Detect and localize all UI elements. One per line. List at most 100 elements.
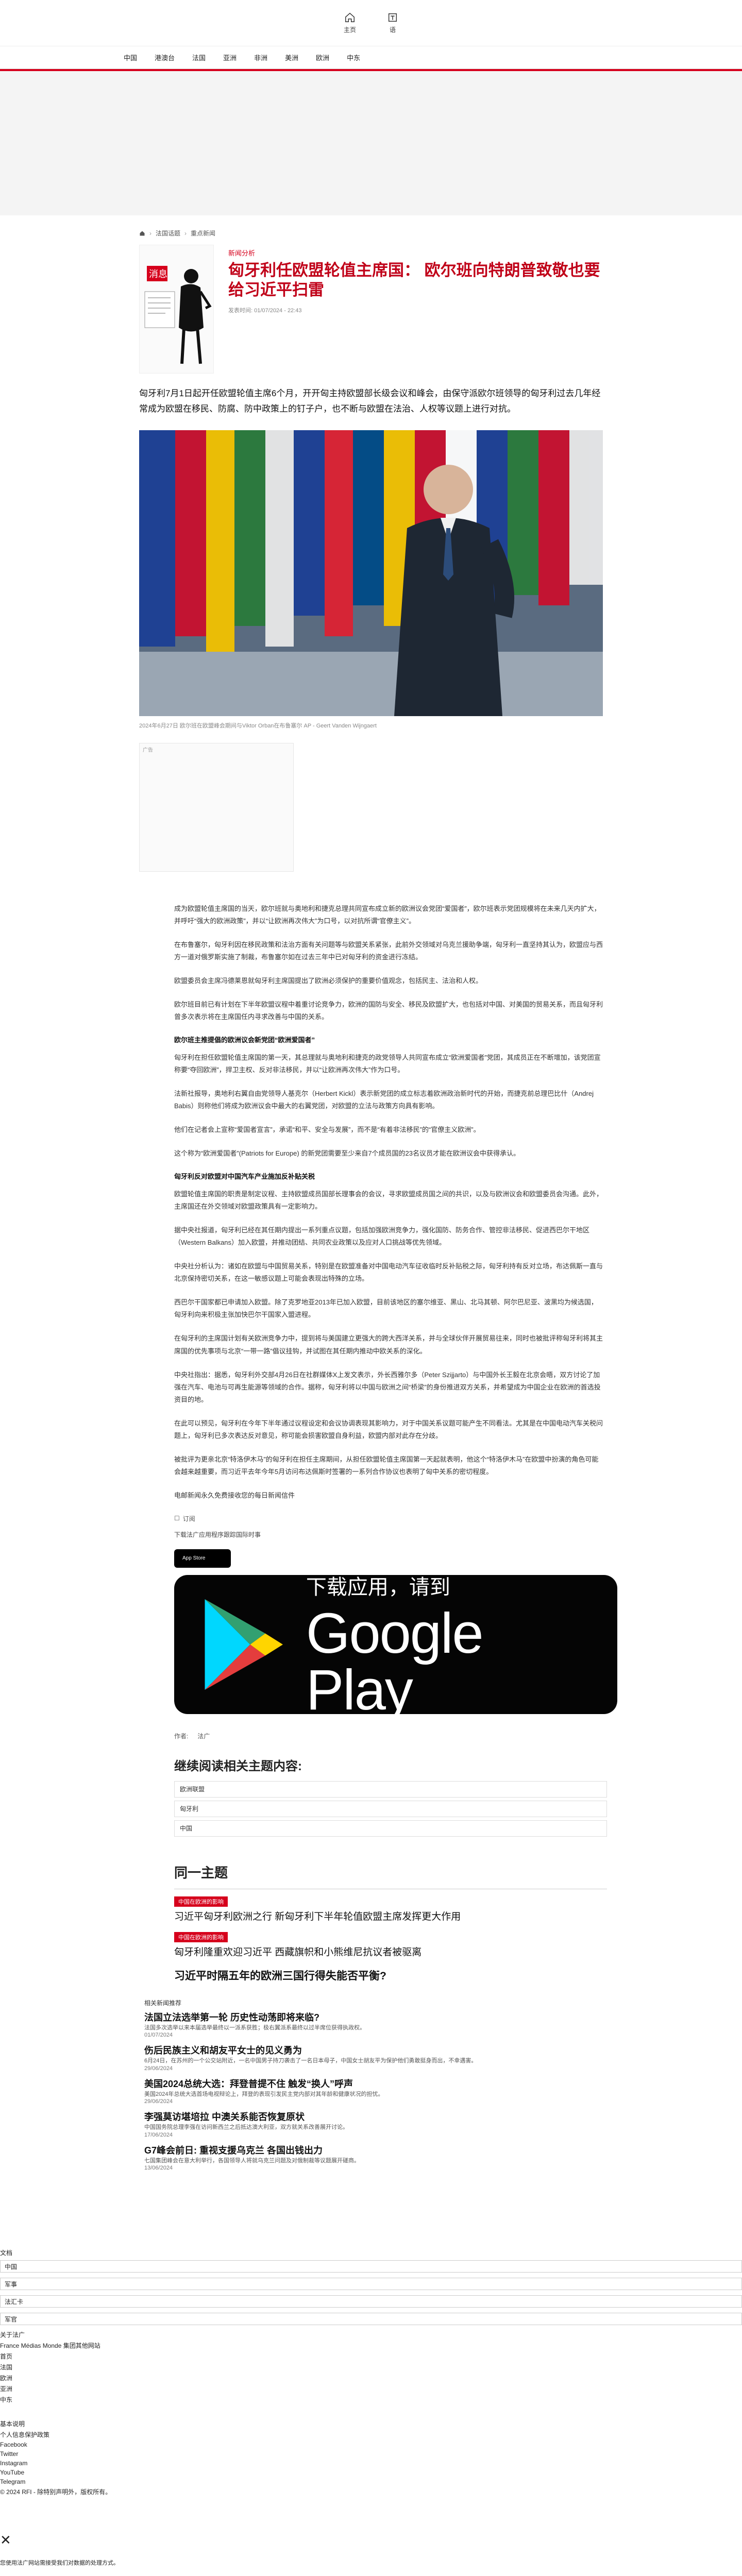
footer-link[interactable]: 个人信息保护政策 [0,2430,742,2439]
home-link[interactable]: 主页 [344,12,356,34]
list-item-summary: 中国国务院总理李强在访问新西兰之后抵达澳大利亚，双方就关系改善展开讨论。 [144,2124,348,2131]
footer-link[interactable]: Telegram [0,2478,742,2485]
paragraph: 欧盟轮值主席国的职责是制定议程、主持欧盟成员国部长理事会的会议，寻求欧盟成员国之… [174,1190,603,1211]
list-item[interactable]: 伤后民族主义和胡友平女士的见义勇为 6月24日，在苏州的一个公交站附近，一名中国… [144,2043,603,2072]
topic-tag[interactable]: 匈牙利 [174,1800,607,1817]
related-topics: 继续阅读相关主题内容: 欧洲联盟 匈牙利 中国 [139,1756,607,1837]
top-ad-band [0,71,742,215]
bell-icon: ☐ [174,1515,180,1522]
svg-text:消: 消 [149,269,158,279]
article-title: 匈牙利任欧盟轮值主席国： 欧尔班向特朗普致敬也要给习近平扫雷 [228,261,600,299]
same-topic-item-title[interactable]: 习近平时隔五年的欧洲三国行得失能否平衡? [174,1968,603,1983]
footer-link[interactable]: 亚洲 [0,2384,742,2393]
footer-heading: 文档 [0,2249,13,2257]
footer-link[interactable]: Twitter [0,2450,742,2458]
subscribe-section: ☐ 订阅 下载法广应用程序跟踪国际时事 App Store 下载应用，请到 Go… [139,1514,617,1718]
image-caption: 2024年6月27日 欧尔班在欧盟峰会期间与Viktor Orban在布鲁塞尔 … [139,722,377,729]
list-item-date: 01/07/2024 [144,2032,173,2039]
footer-link[interactable]: 中东 [0,2395,742,2404]
article-body: 成为欧盟轮值主席国的当天，欧尔班就与奥地利和捷克总理共同宣布成立新的欧洲议会党团… [139,903,603,1502]
same-topic-item[interactable]: 中国在欧洲的影响 匈牙利隆重欢迎习近平 西藏旗帜和小熊维尼抗议者被驱离 [174,1931,603,1958]
subscribe-label-row: ☐ 订阅 [174,1514,603,1523]
language-link[interactable]: 语 [387,12,398,34]
footer-option[interactable]: 军事 [0,2278,742,2291]
footer-option[interactable]: 法汇卡 [0,2295,742,2308]
nav-item[interactable]: 亚洲 [223,53,237,62]
paragraph: 中央社分析认为：诸如在欧盟与中国贸易关系，特别是在欧盟准备对中国电动汽车征收临时… [174,1262,603,1283]
breadcrumb-item[interactable]: 法国话题 [156,229,180,238]
close-icon[interactable]: ✕ [0,2532,742,2548]
paragraph: 欧盟委员会主席冯德莱恩就匈牙利主席国提出了欧洲必须保护的重要价值观念，包括民主、… [174,976,483,985]
article-kicker: 新闻分析 [228,249,256,257]
list-item-title[interactable]: 伤后民族主义和胡友平女士的见义勇为 [144,2043,603,2057]
home-label: 主页 [343,26,356,33]
footer-link[interactable]: 关于法广 [0,2330,742,2339]
same-topic-item-title[interactable]: 匈牙利隆重欢迎习近平 西藏旗帜和小熊维尼抗议者被驱离 [174,1944,603,1958]
topic-tag[interactable]: 中国 [174,1820,607,1837]
nav-item[interactable]: 中国 [124,53,137,62]
list-item[interactable]: G7峰会前日: 重视支援乌克兰 各国出钱出力 七国集团峰会在意大利举行，各国领导… [144,2143,603,2172]
list-item-date: 17/06/2024 [144,2131,173,2138]
topic-tag[interactable]: 欧洲联盟 [174,1781,607,1798]
paragraph: 被批评为更亲北京“特洛伊木马”的匈牙利在担任主席期间，从担任欧盟轮值主席国第一天… [174,1455,599,1476]
copyright: © 2024 RFI - 除特别声明外，版权所有。 [0,2488,112,2496]
list-item-summary: 法国多次选举以来本届选举最终以一派系获胜；极右翼派系最终以过半席位获得执政权。 [144,2024,365,2031]
same-topic-item-title[interactable]: 习近平匈牙利欧洲之行 新匈牙利下半年轮值欧盟主席发挥更大作用 [174,1909,603,1923]
footer-option[interactable]: 军官 [0,2313,742,2326]
breadcrumb-item[interactable]: 重点新闻 [191,229,215,238]
home-icon[interactable] [139,230,145,236]
app-store-button[interactable]: App Store [174,1549,231,1568]
list-item-summary: 6月24日，在苏州的一个公交站附近，一名中国男子持刀袭击了一名日本母子，中国女士… [144,2058,477,2064]
footer-link[interactable]: Instagram [0,2460,742,2467]
footer-link[interactable]: Facebook [0,2441,742,2448]
footer-link[interactable]: France Médias Monde 集团其他网站 [0,2341,742,2350]
footer-option[interactable]: 中国 [0,2260,742,2273]
paragraph: 匈牙利在担任欧盟轮值主席国的第一天，其总理就与奥地利和捷克的政党领导人共同宣布成… [174,1053,601,1074]
nav-item[interactable]: 非洲 [254,53,267,62]
author-name[interactable]: 法广 [197,1732,210,1740]
paragraph: 中央社指出：据悉，匈牙利外交部4月26日在社群媒体X上发文表示，外长西雅尔多（P… [174,1370,601,1403]
article-lead: 匈牙利7月1日起开任欧盟轮值主席6个月，开开匈主持欧盟部长级会议和峰会，由保守派… [139,388,601,414]
list-item[interactable]: 法国立法选举第一轮 历史性动荡即将来临? 法国多次选举以来本届选举最终以一派系获… [144,2010,603,2039]
list-item-date: 13/06/2024 [144,2165,173,2172]
inline-ad[interactable]: 广告 [139,742,294,872]
nav-item[interactable]: 中东 [347,53,360,62]
paragraph: 在布鲁塞尔，匈牙利因在移民政策和法治方面有关问题等与欧盟关系紧张，此前外交领域对… [174,940,603,961]
footer-link[interactable]: 法国 [0,2363,742,2371]
list-item-title[interactable]: G7峰会前日: 重视支援乌克兰 各国出钱出力 [144,2143,603,2157]
google-play-title: Google Play [306,1601,484,1722]
list-item[interactable]: 美国2024总统大选：拜登普提不住 触发“换人”呼声 美国2024年总统大选首场… [144,2077,603,2105]
breadcrumb-separator: › [184,229,187,237]
nav-item[interactable]: 欧洲 [316,53,329,62]
list-item-title[interactable]: 法国立法选举第一轮 历史性动荡即将来临? [144,2010,603,2024]
subscribe-label[interactable]: 订阅 [183,1514,195,1523]
paragraph: 欧尔班目前已有计划在下半年欧盟议程中着重讨论竞争力，欧洲的国防与安全、移民及欧盟… [174,1000,603,1021]
paragraph: 在匈牙利的主席国计划有关欧洲竞争力中，提到将与美国建立更强大的跨大西洋关系，并与… [174,1334,603,1355]
google-play-banner[interactable]: 下载应用，请到 Google Play [174,1574,617,1718]
footer-link[interactable]: YouTube [0,2469,742,2476]
paragraph: 据中央社报道，匈牙利已经在其任期内提出一系列重点议题，包括加强欧洲竞争力，强化国… [174,1226,590,1247]
list-item-date: 29/06/2024 [144,2065,173,2072]
language-label: 语 [389,26,396,33]
nav-item[interactable]: 法国 [192,53,206,62]
newsletter-promo[interactable]: 电邮新闻永久免费接收您的每日新闻信件 [174,1489,603,1502]
list-item[interactable]: 李强莫访堪培拉 中澳关系能否恢复原状 中国国务院总理李强在访问新西兰之后抵达澳大… [144,2110,603,2138]
same-topic-item[interactable]: 习近平时隔五年的欧洲三国行得失能否平衡? [174,1968,603,1983]
list-item-title[interactable]: 美国2024总统大选：拜登普提不住 触发“换人”呼声 [144,2077,603,2090]
app-store-label: App Store [182,1555,206,1562]
paragraph: 他们在记者会上宣称“爱国者宣言”，承诺“和平、安全与发展”，而不是“有着非法移民… [174,1126,480,1134]
list-item-title[interactable]: 李强莫访堪培拉 中澳关系能否恢复原状 [144,2110,603,2123]
section-heading: 欧尔班主推提倡的欧洲议会新党团“欧洲爱国者” [174,1036,315,1044]
footer-link[interactable]: 首页 [0,2352,742,2361]
paragraph: 法新社报导，奥地利右翼自由党领导人基克尔（Herbert Kickl）表示新党团… [174,1089,594,1110]
nav-item[interactable]: 港澳台 [155,53,175,62]
same-topic-item[interactable]: 中国在欧洲的影响 习近平匈牙利欧洲之行 新匈牙利下半年轮值欧盟主席发挥更大作用 [174,1896,603,1923]
footer-link[interactable]: 基本说明 [0,2419,742,2428]
google-play-caption: 下载应用，请到 [306,1575,450,1599]
topic-badge: 中国在欧洲的影响 [174,1896,228,1907]
list-item-date: 29/06/2024 [144,2098,173,2105]
nav-item[interactable]: 美洲 [285,53,298,62]
footer-link[interactable]: 欧洲 [0,2374,742,2382]
section-heading: 匈牙利反对欧盟对中国汽车产业施加反补贴关税 [174,1173,315,1181]
list-item-summary: 七国集团峰会在意大利举行，各国领导人将就乌克兰问题及对俄制裁等议题展开磋商。 [144,2157,360,2164]
